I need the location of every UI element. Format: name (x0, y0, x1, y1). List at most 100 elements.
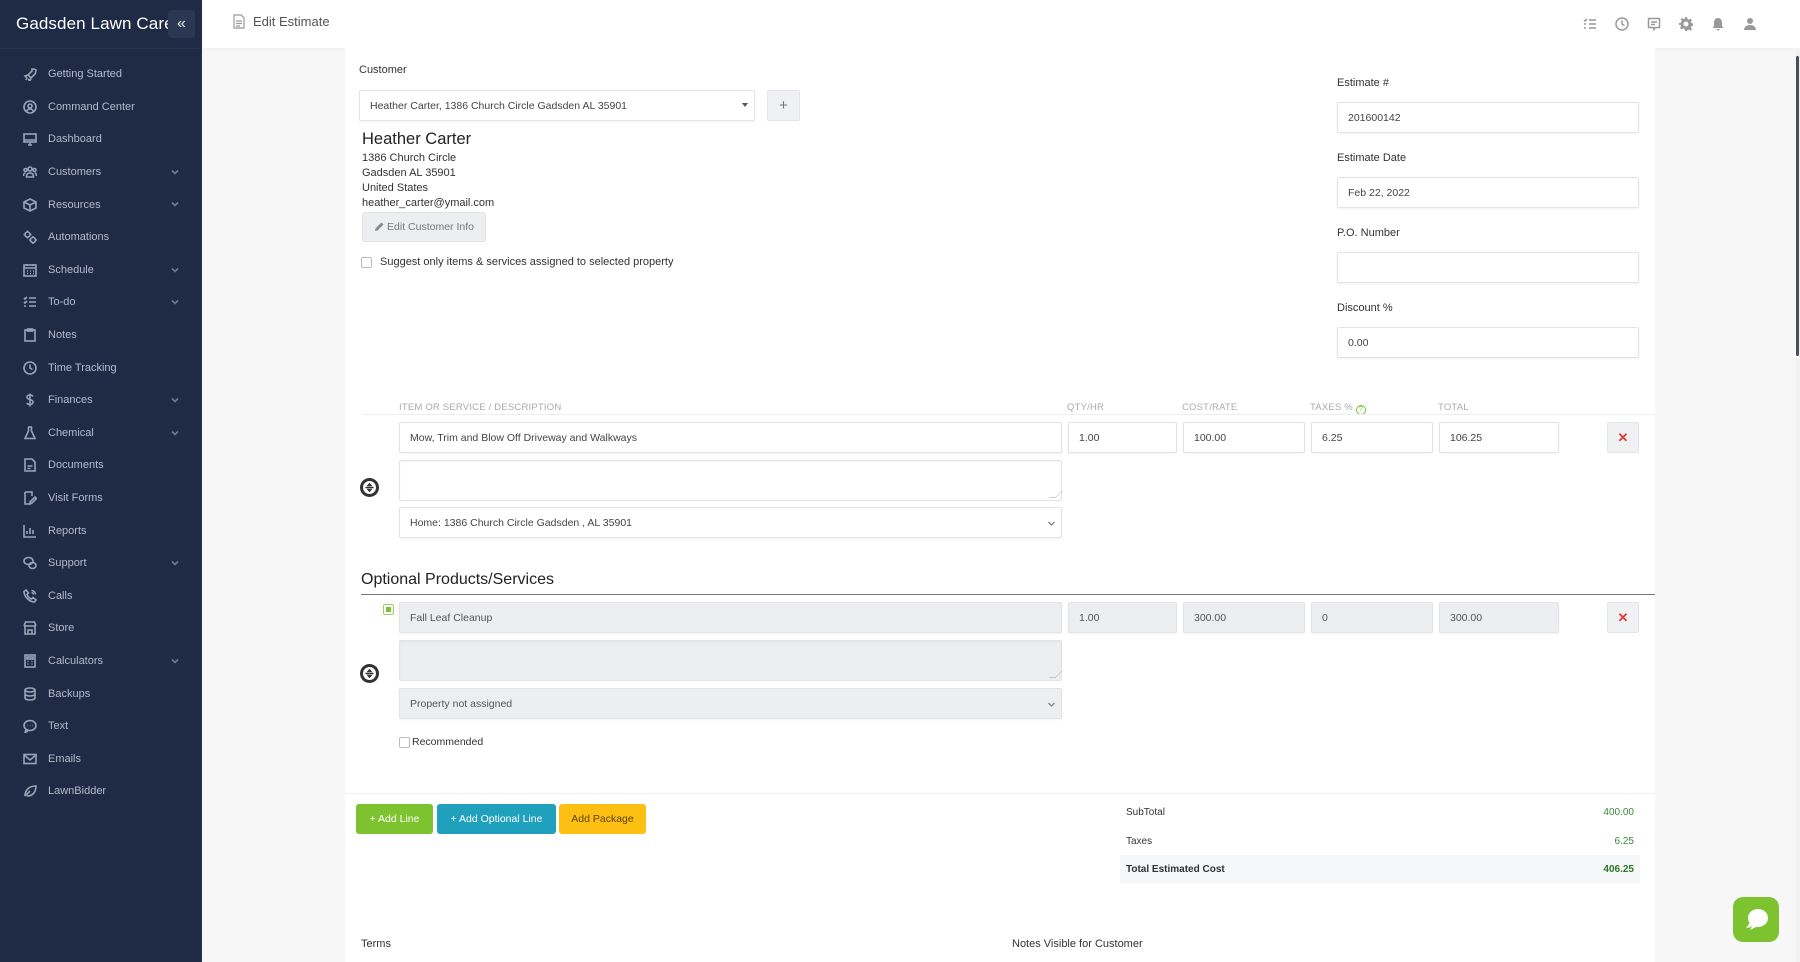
optional-line-select-checkbox[interactable] (383, 604, 394, 615)
sidebar-item-label: Store (48, 622, 75, 635)
column-header-total: TOTAL (1438, 402, 1469, 413)
sidebar-item-backups[interactable]: Backups (0, 677, 202, 710)
line-property-select[interactable]: Home: 1386 Church Circle Gadsden , AL 35… (399, 507, 1062, 538)
scrollbar-thumb[interactable] (1796, 56, 1799, 356)
optional-taxes-input[interactable]: 0 (1311, 602, 1433, 633)
line-cost-input[interactable]: 100.00 (1183, 422, 1305, 453)
estimate-number-input[interactable]: 201600142 (1337, 102, 1639, 133)
collapse-sidebar-button[interactable]: « (168, 10, 195, 38)
optional-description-textarea[interactable] (399, 640, 1062, 681)
delete-optional-line-button[interactable]: ✕ (1607, 602, 1639, 633)
sidebar-item-schedule[interactable]: Schedule (0, 254, 202, 287)
sidebar-item-label: Calls (48, 589, 73, 602)
sidebar-item-calculators[interactable]: Calculators (0, 645, 202, 678)
envelope-icon (22, 751, 38, 767)
po-number-label: P.O. Number (1337, 227, 1400, 239)
customer-name: Heather Carter (362, 130, 472, 148)
suggest-property-checkbox[interactable] (361, 257, 372, 268)
column-header-cost: COST/RATE (1182, 402, 1238, 413)
sidebar-item-to-do[interactable]: To-do (0, 286, 202, 319)
recommended-checkbox[interactable] (399, 737, 410, 748)
line-qty-input[interactable]: 1.00 (1068, 422, 1177, 453)
sidebar-item-support[interactable]: Support (0, 547, 202, 580)
form-edit-icon (22, 490, 38, 506)
sidebar-item-label: Visit Forms (48, 492, 103, 505)
reorder-handle[interactable] (360, 664, 379, 683)
sidebar-item-automations[interactable]: Automations (0, 221, 202, 254)
delete-line-button[interactable]: ✕ (1607, 422, 1639, 453)
line-description-textarea[interactable] (399, 460, 1062, 501)
add-customer-button[interactable]: + (767, 90, 800, 121)
reorder-icon (363, 667, 376, 680)
line-taxes-input[interactable]: 6.25 (1311, 422, 1433, 453)
optional-divider (361, 594, 1655, 595)
discount-label: Discount % (1337, 302, 1393, 314)
sidebar-item-calls[interactable]: Calls (0, 580, 202, 613)
sidebar-item-command-center[interactable]: Command Center (0, 91, 202, 124)
chevron-down-icon (170, 297, 180, 307)
customer-email: heather_carter@ymail.com (362, 197, 495, 209)
task-list-button[interactable] (1574, 14, 1606, 34)
customer-country: United States (362, 182, 429, 194)
sidebar-item-reports[interactable]: Reports (0, 514, 202, 547)
sidebar-item-customers[interactable]: Customers (0, 156, 202, 189)
history-button[interactable] (1606, 14, 1638, 34)
sidebar-item-visit-forms[interactable]: Visit Forms (0, 482, 202, 515)
taxes-value: 6.25 (1614, 835, 1634, 847)
sidebar-item-documents[interactable]: Documents (0, 449, 202, 482)
profile-button[interactable] (1734, 14, 1766, 34)
sidebar-item-getting-started[interactable]: Getting Started (0, 58, 202, 91)
header-divider (362, 414, 1655, 415)
optional-property-select[interactable]: Property not assigned (399, 688, 1062, 719)
sidebar-item-label: Reports (48, 524, 87, 537)
add-line-button[interactable]: + Add Line (356, 804, 433, 834)
clock-icon (1615, 17, 1629, 31)
chat-widget-button[interactable] (1733, 897, 1779, 942)
notifications-button[interactable] (1702, 14, 1734, 34)
section-divider (345, 793, 1655, 794)
bar-chart-icon (22, 523, 38, 539)
line-total-input[interactable]: 106.25 (1439, 422, 1559, 453)
sidebar-item-dashboard[interactable]: Dashboard (0, 123, 202, 156)
edit-customer-info-button[interactable]: Edit Customer Info (362, 212, 486, 242)
sidebar-item-resources[interactable]: Resources (0, 188, 202, 221)
subtotal-row: SubTotal 400.00 (1120, 798, 1640, 826)
task-list-icon (1583, 18, 1596, 29)
sidebar-item-label: Support (48, 557, 87, 570)
sidebar-item-notes[interactable]: Notes (0, 319, 202, 352)
optional-cost-value: 300.00 (1194, 611, 1227, 624)
sidebar-item-text[interactable]: Text (0, 710, 202, 743)
sidebar-item-chemical[interactable]: Chemical (0, 417, 202, 450)
add-optional-line-button[interactable]: + Add Optional Line (437, 804, 556, 834)
clock-icon (22, 360, 38, 376)
discount-input[interactable]: 0.00 (1337, 327, 1639, 358)
customer-select-value: Heather Carter, 1386 Church Circle Gadsd… (370, 99, 628, 112)
brand-name: Gadsden Lawn Care (16, 14, 174, 33)
optional-qty-input[interactable]: 1.00 (1068, 602, 1177, 633)
subtotal-value: 400.00 (1603, 806, 1634, 818)
sidebar-item-store[interactable]: Store (0, 612, 202, 645)
messages-button[interactable] (1638, 14, 1670, 34)
comment-icon (1647, 17, 1661, 31)
sidebar-item-finances[interactable]: Finances (0, 384, 202, 417)
reorder-handle[interactable] (360, 478, 379, 497)
chevron-down-icon (170, 167, 180, 177)
optional-item-input[interactable]: Fall Leaf Cleanup (399, 602, 1062, 633)
sidebar-item-lawnbidder[interactable]: LawnBidder (0, 775, 202, 808)
database-icon (22, 686, 38, 702)
settings-button[interactable] (1670, 14, 1702, 34)
line-property-value: Home: 1386 Church Circle Gadsden , AL 35… (410, 516, 632, 529)
estimate-date-input[interactable]: Feb 22, 2022 (1337, 177, 1639, 208)
optional-total-input[interactable]: 300.00 (1439, 602, 1559, 633)
total-row: Total Estimated Cost 406.25 (1120, 855, 1640, 883)
customer-notes-label: Notes Visible for Customer (1012, 938, 1143, 950)
customer-select[interactable]: Heather Carter, 1386 Church Circle Gadsd… (359, 90, 755, 121)
sidebar-item-emails[interactable]: Emails (0, 742, 202, 775)
sidebar-item-time-tracking[interactable]: Time Tracking (0, 351, 202, 384)
add-package-button[interactable]: Add Package (559, 804, 646, 834)
po-number-input[interactable] (1337, 252, 1639, 283)
optional-cost-input[interactable]: 300.00 (1183, 602, 1305, 633)
sidebar-item-label: Emails (48, 752, 82, 765)
line-item-input[interactable]: Mow, Trim and Blow Off Driveway and Walk… (399, 422, 1062, 453)
optional-total-value: 300.00 (1450, 611, 1483, 624)
